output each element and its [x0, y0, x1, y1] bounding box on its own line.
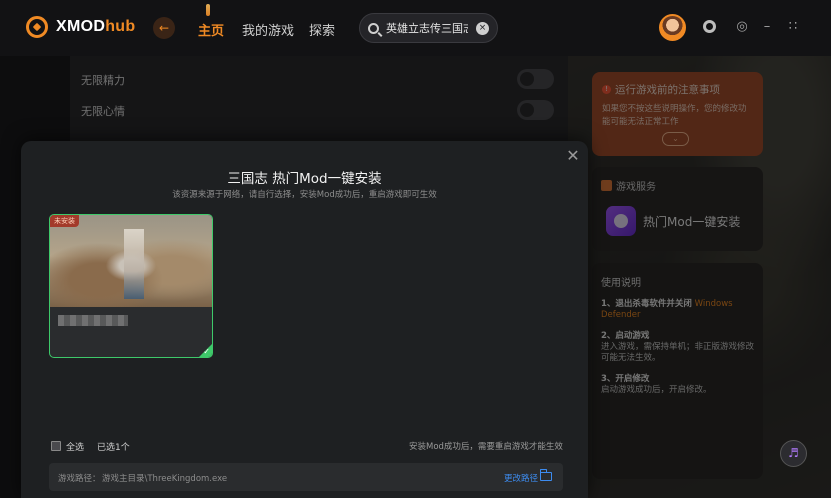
folder-icon[interactable] [540, 469, 552, 481]
nav-my-games[interactable]: 我的游戏 [242, 20, 294, 39]
nav-explore[interactable]: 探索 [309, 20, 335, 39]
status-badge: 未安装 [50, 215, 79, 227]
active-nav-indicator [206, 4, 210, 16]
close-window-icon[interactable]: ∷ [786, 20, 800, 34]
selected-count: 已选1个 [97, 443, 130, 453]
app-logo[interactable]: XMODhub [26, 16, 135, 38]
search-input[interactable] [386, 21, 468, 35]
mod-thumbnail [50, 215, 212, 307]
minimize-icon[interactable]: – [760, 20, 774, 34]
dialog-title: 三国志 热门Mod一键安装 [227, 171, 382, 187]
check-icon: ✓ [203, 347, 210, 356]
mod-card[interactable]: 未安装 ✓ [49, 214, 213, 358]
select-all-label[interactable]: 全选 [66, 440, 84, 453]
close-icon[interactable]: ✕ [565, 148, 581, 164]
search-icon [368, 22, 379, 34]
restart-note: 安装Mod成功后，需要重启游戏才能生效 [409, 442, 563, 452]
headset-icon[interactable]: ♬ [780, 440, 807, 467]
mod-name-blurred [58, 315, 128, 326]
nav-home[interactable]: 主页 [198, 20, 224, 39]
top-bar: XMODhub ← 主页 我的游戏 探索 × ◎ – ∷ [0, 0, 831, 56]
path-value: 游戏主目录\ThreeKingdom.exe [102, 474, 228, 484]
settings-icon[interactable]: ◎ [735, 20, 749, 34]
app-name: XMODhub [56, 18, 136, 35]
select-all-checkbox[interactable] [51, 441, 61, 451]
notification-icon[interactable] [703, 20, 716, 33]
path-label: 游戏路径： [58, 474, 101, 484]
user-avatar[interactable] [659, 14, 686, 41]
change-path-button[interactable]: 更改路径 [504, 472, 538, 484]
dialog-subtitle: 该资源来源于网络，请自行选择，安装Mod成功后，重启游戏即可生效 [172, 190, 437, 200]
back-button[interactable]: ← [153, 17, 175, 39]
xmod-logo-icon [26, 16, 48, 38]
clear-search-icon[interactable]: × [476, 21, 489, 35]
search-box[interactable]: × [359, 13, 498, 43]
